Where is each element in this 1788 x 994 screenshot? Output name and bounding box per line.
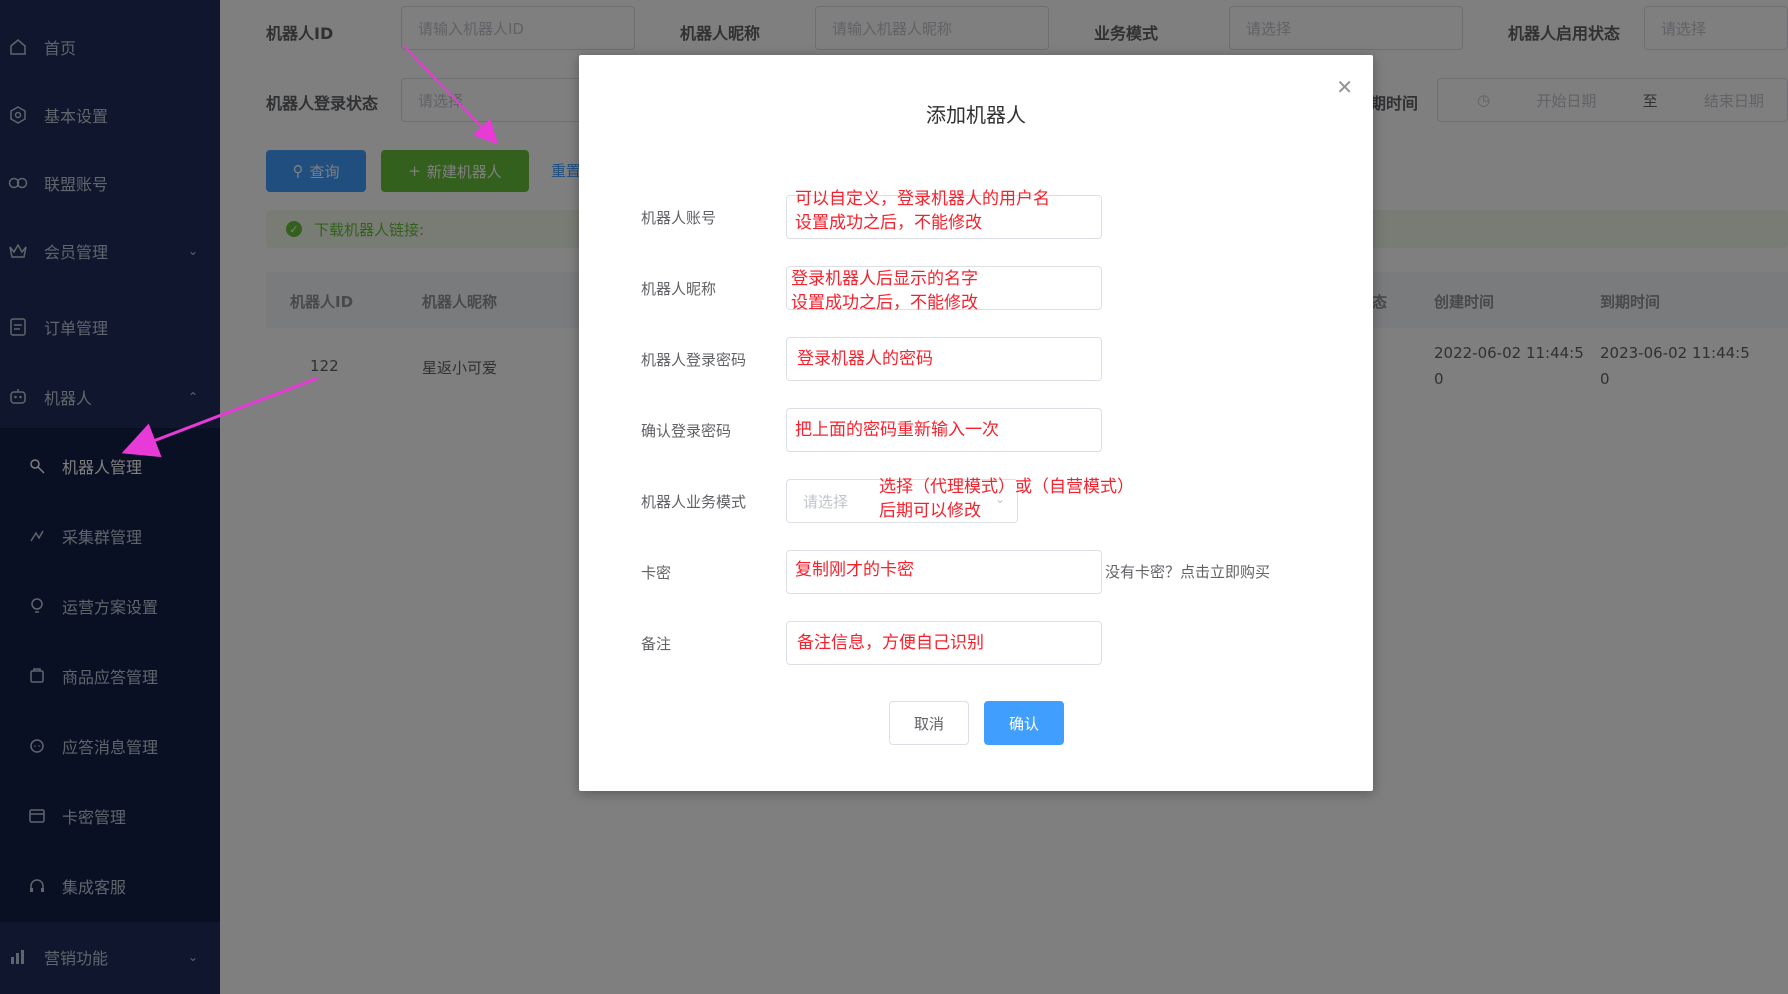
cancel-button[interactable]: 取消 — [889, 701, 969, 745]
confirm-password-note: 把上面的密码重新输入一次 — [795, 420, 999, 440]
account-label: 机器人账号 — [641, 209, 717, 227]
add-robot-dialog: 添加机器人 ✕ 机器人账号 可以自定义，登录机器人的用户名 设置成功之后，不能修… — [579, 55, 1373, 791]
remark-label: 备注 — [641, 635, 672, 653]
nickname-note-line1: 登录机器人后显示的名字 — [791, 269, 978, 289]
nickname-note: 登录机器人后显示的名字 设置成功之后，不能修改 — [791, 267, 978, 315]
buy-card-link[interactable]: 没有卡密？点击立即购买 — [1105, 561, 1270, 582]
mode-note: 选择（代理模式）或（自营模式） 后期可以修改 — [879, 475, 1134, 523]
account-note: 可以自定义，登录机器人的用户名 设置成功之后，不能修改 — [795, 187, 1050, 235]
confirm-button[interactable]: 确认 — [984, 701, 1064, 745]
dialog-title: 添加机器人 — [926, 103, 1026, 127]
password-label: 机器人登录密码 — [641, 351, 747, 369]
password-note: 登录机器人的密码 — [797, 349, 933, 369]
nickname-note-line2: 设置成功之后，不能修改 — [791, 293, 978, 313]
account-note-line1: 可以自定义，登录机器人的用户名 — [795, 189, 1050, 209]
mode-field-placeholder: 请选择 — [803, 492, 849, 511]
nickname-field-label: 机器人昵称 — [641, 280, 717, 298]
remark-note: 备注信息，方便自己识别 — [797, 633, 984, 653]
mode-note-line2: 后期可以修改 — [879, 501, 981, 521]
close-icon[interactable]: ✕ — [1336, 75, 1353, 99]
confirm-password-label: 确认登录密码 — [641, 422, 732, 440]
card-note: 复制刚才的卡密 — [795, 560, 914, 580]
account-note-line2: 设置成功之后，不能修改 — [795, 213, 982, 233]
card-label: 卡密 — [641, 564, 672, 582]
mode-note-line1: 选择（代理模式）或（自营模式） — [879, 477, 1134, 497]
mode-field-label: 机器人业务模式 — [641, 493, 747, 511]
